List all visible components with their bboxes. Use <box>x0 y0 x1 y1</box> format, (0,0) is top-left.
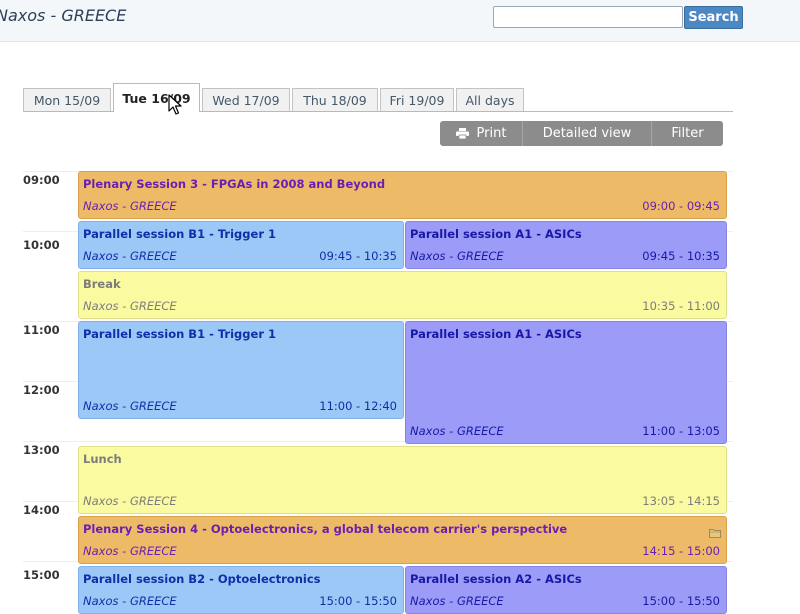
event-time: 09:45 - 10:35 <box>319 249 397 263</box>
event-room: Naxos - GREECE <box>83 494 177 508</box>
event-room: Naxos - GREECE <box>410 594 504 608</box>
mouse-cursor-icon <box>168 94 182 115</box>
event-time: 10:35 - 11:00 <box>642 299 720 313</box>
event-time: 11:00 - 12:40 <box>319 399 397 413</box>
page-header: Naxos - GREECE Search <box>0 0 800 42</box>
event-block[interactable]: Parallel session A1 - ASICs Naxos - GREE… <box>405 321 727 444</box>
tab-thu-18-09[interactable]: Thu 18/09 <box>292 88 378 111</box>
event-block[interactable]: Parallel session B2 - Optoelectronics Na… <box>78 566 404 614</box>
event-block[interactable]: Parallel session B1 - Trigger 1 Naxos - … <box>78 321 404 419</box>
event-time: 09:45 - 10:35 <box>642 249 720 263</box>
search-input[interactable] <box>493 6 683 28</box>
event-title: Parallel session B2 - Optoelectronics <box>83 572 321 586</box>
printer-icon <box>455 128 469 140</box>
event-time: 14:15 - 15:00 <box>642 544 720 558</box>
event-time: 13:05 - 14:15 <box>642 494 720 508</box>
folder-icon[interactable] <box>709 523 721 538</box>
timetable-toolbar: Print Detailed view Filter <box>440 121 723 146</box>
search-button[interactable]: Search <box>684 6 743 29</box>
event-block[interactable]: Lunch Naxos - GREECE 13:05 - 14:15 <box>78 446 727 514</box>
event-room: Naxos - GREECE <box>83 199 177 213</box>
event-time: 09:00 - 09:45 <box>642 199 720 213</box>
print-button[interactable]: Print <box>440 121 522 146</box>
event-room: Naxos - GREECE <box>410 424 504 438</box>
event-title: Parallel session A2 - ASICs <box>410 572 582 586</box>
event-title: Plenary Session 3 - FPGAs in 2008 and Be… <box>83 177 386 191</box>
event-title: Parallel session A1 - ASICs <box>410 327 582 341</box>
tab-fri-19-09[interactable]: Fri 19/09 <box>380 88 454 111</box>
filter-button[interactable]: Filter <box>651 121 723 146</box>
tab-all-days[interactable]: All days <box>456 88 524 111</box>
event-title: Parallel session A1 - ASICs <box>410 227 582 241</box>
hour-label: 10:00 <box>23 238 60 252</box>
event-room: Naxos - GREECE <box>410 249 504 263</box>
event-room: Naxos - GREECE <box>83 249 177 263</box>
hour-label: 14:00 <box>23 503 60 517</box>
hour-label: 13:00 <box>23 443 60 457</box>
day-tabs: Mon 15/09 Tue 16/09 Wed 17/09 Thu 18/09 … <box>23 83 733 112</box>
tab-mon-15-09[interactable]: Mon 15/09 <box>23 88 111 111</box>
hour-label: 15:00 <box>23 568 60 582</box>
event-title: Parallel session B1 - Trigger 1 <box>83 327 276 341</box>
event-block[interactable]: Parallel session A1 - ASICs Naxos - GREE… <box>405 221 727 269</box>
event-block[interactable]: Parallel session B1 - Trigger 1 Naxos - … <box>78 221 404 269</box>
event-block[interactable]: Plenary Session 3 - FPGAs in 2008 and Be… <box>78 171 727 219</box>
page-title: Naxos - GREECE <box>0 6 127 25</box>
event-room: Naxos - GREECE <box>83 299 177 313</box>
tab-tue-16-09[interactable]: Tue 16/09 <box>113 83 200 112</box>
event-time: 11:00 - 13:05 <box>642 424 720 438</box>
event-title: Break <box>83 277 121 291</box>
event-title: Parallel session B1 - Trigger 1 <box>83 227 276 241</box>
event-block[interactable]: Parallel session A2 - ASICs Naxos - GREE… <box>405 566 727 614</box>
event-block[interactable]: Plenary Session 4 - Optoelectronics, a g… <box>78 516 727 564</box>
event-room: Naxos - GREECE <box>83 544 177 558</box>
hour-label: 11:00 <box>23 323 60 337</box>
event-time: 15:00 - 15:50 <box>642 594 720 608</box>
tab-wed-17-09[interactable]: Wed 17/09 <box>202 88 290 111</box>
timetable-grid: 09:00 10:00 11:00 12:00 13:00 14:00 15:0… <box>23 170 733 614</box>
event-block[interactable]: Break Naxos - GREECE 10:35 - 11:00 <box>78 271 727 319</box>
hour-label: 12:00 <box>23 383 60 397</box>
detailed-view-button[interactable]: Detailed view <box>522 121 651 146</box>
event-room: Naxos - GREECE <box>83 399 177 413</box>
event-title: Plenary Session 4 - Optoelectronics, a g… <box>83 522 568 536</box>
event-title: Lunch <box>83 452 122 466</box>
event-time: 15:00 - 15:50 <box>319 594 397 608</box>
event-room: Naxos - GREECE <box>83 594 177 608</box>
hour-label: 09:00 <box>23 173 60 187</box>
print-label: Print <box>476 126 507 141</box>
